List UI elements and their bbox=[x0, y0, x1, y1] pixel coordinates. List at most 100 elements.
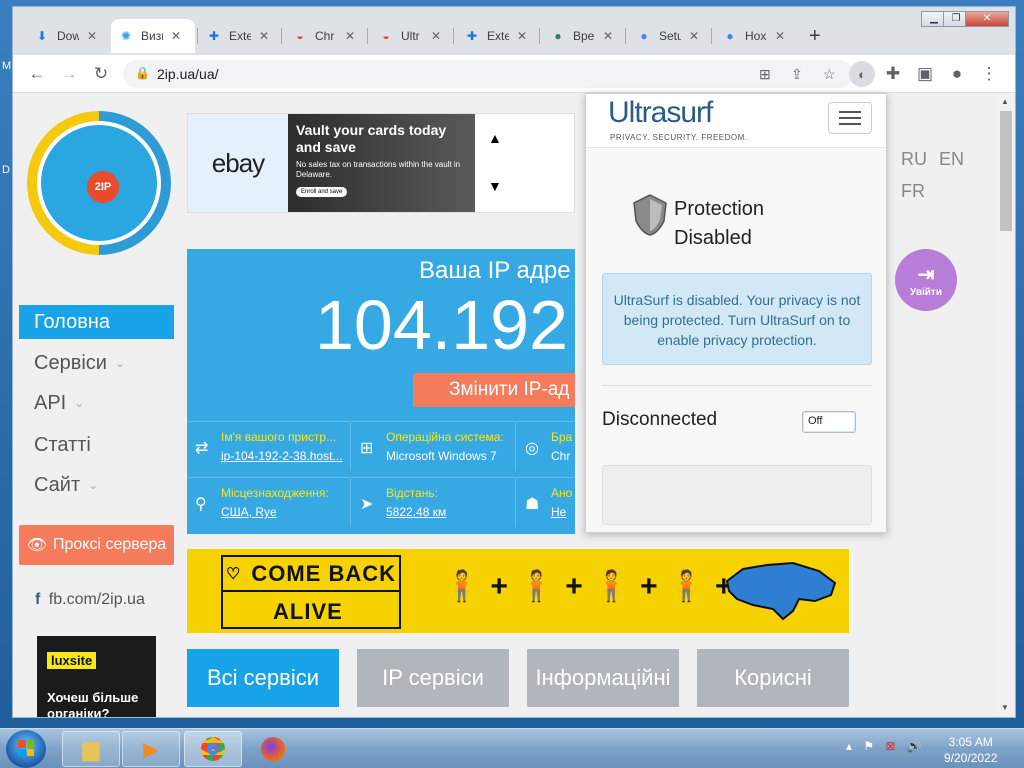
ultrasurf-extension-icon[interactable]: ◐ bbox=[849, 61, 875, 87]
facebook-icon: f bbox=[35, 591, 41, 608]
forward-icon[interactable]: → bbox=[59, 64, 79, 84]
site-logo[interactable]: 2IP bbox=[27, 111, 171, 255]
chevron-down-icon: ⌄ bbox=[88, 478, 99, 492]
tab-title: Chr bbox=[315, 29, 335, 43]
close-icon[interactable]: ✕ bbox=[171, 29, 181, 43]
cell-value[interactable]: ip-104-192-2-38.host... bbox=[221, 449, 342, 463]
share-icon[interactable]: ⇪ bbox=[791, 66, 803, 83]
ad-button[interactable]: Enroll and save bbox=[296, 187, 348, 197]
tab-extensions[interactable]: ✚ Exte ✕ bbox=[199, 19, 277, 53]
explorer-taskbar-button[interactable]: ▆ bbox=[62, 731, 120, 767]
network-icon[interactable]: ⊠ bbox=[885, 739, 895, 753]
tab-setup[interactable]: ● Setu ✕ bbox=[629, 19, 707, 53]
tab-extensions-2[interactable]: ✚ Exte ✕ bbox=[457, 19, 535, 53]
translate-icon[interactable]: ⊞ bbox=[759, 66, 771, 83]
tab-ip-services[interactable]: IP сервіси bbox=[357, 649, 509, 707]
change-ip-button[interactable]: Змінити IP-ад bbox=[413, 373, 575, 407]
close-icon[interactable]: ✕ bbox=[517, 29, 527, 43]
info-cell-browser: ◎ Бра Chr bbox=[517, 421, 575, 471]
clock[interactable]: 3:05 AM 9/20/2022 bbox=[944, 734, 997, 766]
lock-icon: 🔒 bbox=[135, 66, 150, 80]
close-icon[interactable]: ✕ bbox=[603, 29, 613, 43]
close-icon[interactable]: ✕ bbox=[87, 29, 97, 43]
close-icon[interactable]: ✕ bbox=[775, 29, 785, 43]
sidebar-item-home[interactable]: Головна bbox=[19, 305, 174, 339]
ip-info-box: Ваша IP адре 104.192 Змінити IP-ад ⇄ Ім'… bbox=[187, 249, 575, 534]
change-ip-label: Змінити IP-ад bbox=[449, 379, 570, 400]
cell-value[interactable]: США, Rye bbox=[221, 505, 277, 519]
tab-time[interactable]: ● Вре ✕ bbox=[543, 19, 621, 53]
ad-subline: No sales tax on transactions within the … bbox=[296, 160, 461, 179]
close-icon[interactable]: ✕ bbox=[259, 29, 269, 43]
puzzle-icon[interactable]: ✚ bbox=[883, 64, 903, 84]
ad-up-arrow[interactable]: ▲ bbox=[488, 130, 502, 146]
sidebar-item-articles[interactable]: Статті bbox=[19, 428, 174, 462]
sidebar-item-label: Статті bbox=[34, 433, 91, 456]
address-bar[interactable]: 🔒 2ip.ua/ua/ ⊞ ⇪ ☆ bbox=[123, 60, 853, 88]
scroll-up-icon[interactable]: ▲ bbox=[1001, 97, 1009, 106]
tab-useful[interactable]: Корисні bbox=[697, 649, 849, 707]
profile-icon[interactable]: ● bbox=[947, 64, 967, 84]
globe-icon: ● bbox=[554, 29, 562, 43]
protection-status: Protection Disabled bbox=[674, 195, 764, 253]
page-scrollbar[interactable]: ▲ ▼ bbox=[995, 93, 1015, 717]
popup-body: Protection Disabled UltraSurf is disable… bbox=[586, 149, 886, 532]
close-icon[interactable]: ✕ bbox=[431, 29, 441, 43]
hamburger-menu-icon[interactable] bbox=[828, 102, 872, 134]
url-text: 2ip.ua/ua/ bbox=[157, 66, 219, 82]
start-button[interactable] bbox=[6, 730, 46, 768]
scroll-thumb[interactable] bbox=[1000, 111, 1012, 231]
close-icon[interactable]: ✕ bbox=[689, 29, 699, 43]
close-icon[interactable]: ✕ bbox=[345, 29, 355, 43]
chevron-down-icon: ⌄ bbox=[114, 356, 125, 370]
new-tab-button[interactable]: + bbox=[809, 25, 821, 48]
close-window-button[interactable]: ✕ bbox=[965, 11, 1009, 27]
ad-down-arrow[interactable]: ▼ bbox=[488, 178, 502, 194]
firefox-taskbar-button[interactable] bbox=[244, 731, 302, 767]
tab-ultrasurf-webstore[interactable]: ◒ Ultr ✕ bbox=[371, 19, 449, 53]
sidebar-item-api[interactable]: API ⌄ bbox=[19, 386, 174, 420]
sidebar-item-services[interactable]: Сервіси ⌄ bbox=[19, 346, 174, 380]
ip-title: Ваша IP адре bbox=[419, 257, 571, 284]
firefox-icon bbox=[261, 737, 285, 761]
tab-2ip[interactable]: ✺ Визн ✕ bbox=[111, 19, 195, 53]
cell-value: Chr bbox=[551, 449, 571, 463]
tab-informational[interactable]: Інформаційні bbox=[527, 649, 679, 707]
side-panel-icon[interactable]: ▣ bbox=[915, 64, 935, 84]
ad-headline: Vault your cards today and save bbox=[296, 122, 447, 155]
cell-value[interactable]: Не bbox=[551, 505, 566, 519]
bookmark-star-icon[interactable]: ☆ bbox=[823, 66, 836, 83]
show-hidden-icons-icon[interactable]: ▴ bbox=[846, 739, 852, 753]
action-center-icon[interactable]: ⚑ bbox=[863, 739, 874, 753]
tab-all-services[interactable]: Всі сервіси bbox=[187, 649, 339, 707]
popup-bottom-panel bbox=[602, 465, 872, 525]
lang-ru[interactable]: RU bbox=[901, 149, 927, 170]
tab-downloads[interactable]: ⬇ Dow ✕ bbox=[27, 19, 105, 53]
proxy-servers-button[interactable]: 👁 Проксі сервера bbox=[19, 525, 174, 565]
tab-separator bbox=[539, 28, 540, 44]
tab-label: Всі сервіси bbox=[206, 665, 319, 690]
cell-value[interactable]: 5822.48 км bbox=[386, 505, 446, 519]
menu-icon[interactable]: ⋮ bbox=[979, 64, 999, 84]
facebook-link[interactable]: f fb.com/2ip.ua bbox=[35, 591, 145, 609]
puzzle-icon: ✚ bbox=[466, 29, 478, 43]
chrome-taskbar-button[interactable] bbox=[184, 731, 242, 767]
reload-icon[interactable]: ↻ bbox=[91, 64, 111, 84]
come-back-alive-banner[interactable]: ♡ COME BACK ALIVE 🧍+🧍+🧍+🧍+🧍= bbox=[187, 549, 849, 633]
ebay-ad[interactable]: ebay Vault your cards today and save No … bbox=[187, 113, 575, 213]
lang-fr[interactable]: FR bbox=[901, 181, 925, 202]
tab-strip: ⬇ Dow ✕ ✺ Визн ✕ ✚ Exte ✕ ◒ Chr ✕ ◒ Ultr… bbox=[13, 7, 1015, 55]
chrome-icon: ◎ bbox=[525, 440, 539, 457]
scroll-down-icon[interactable]: ▼ bbox=[1001, 703, 1009, 712]
volume-icon[interactable]: 🔊 bbox=[907, 739, 922, 753]
sidebar-item-site[interactable]: Сайт ⌄ bbox=[19, 468, 174, 502]
media-player-taskbar-button[interactable]: ▶ bbox=[122, 731, 180, 767]
connection-toggle[interactable]: Off bbox=[802, 411, 856, 433]
login-button[interactable]: ⇥ Увійти bbox=[895, 249, 957, 311]
back-icon[interactable]: ← bbox=[27, 64, 47, 84]
luxsite-ad[interactable]: luxsite Хочеш більше органіки? bbox=[37, 636, 156, 717]
tab-title: Setu bbox=[659, 29, 681, 43]
tab-chrome-webstore[interactable]: ◒ Chr ✕ bbox=[285, 19, 363, 53]
tab-how[interactable]: ● Hoх ✕ bbox=[715, 19, 793, 53]
lang-en[interactable]: EN bbox=[939, 149, 964, 170]
